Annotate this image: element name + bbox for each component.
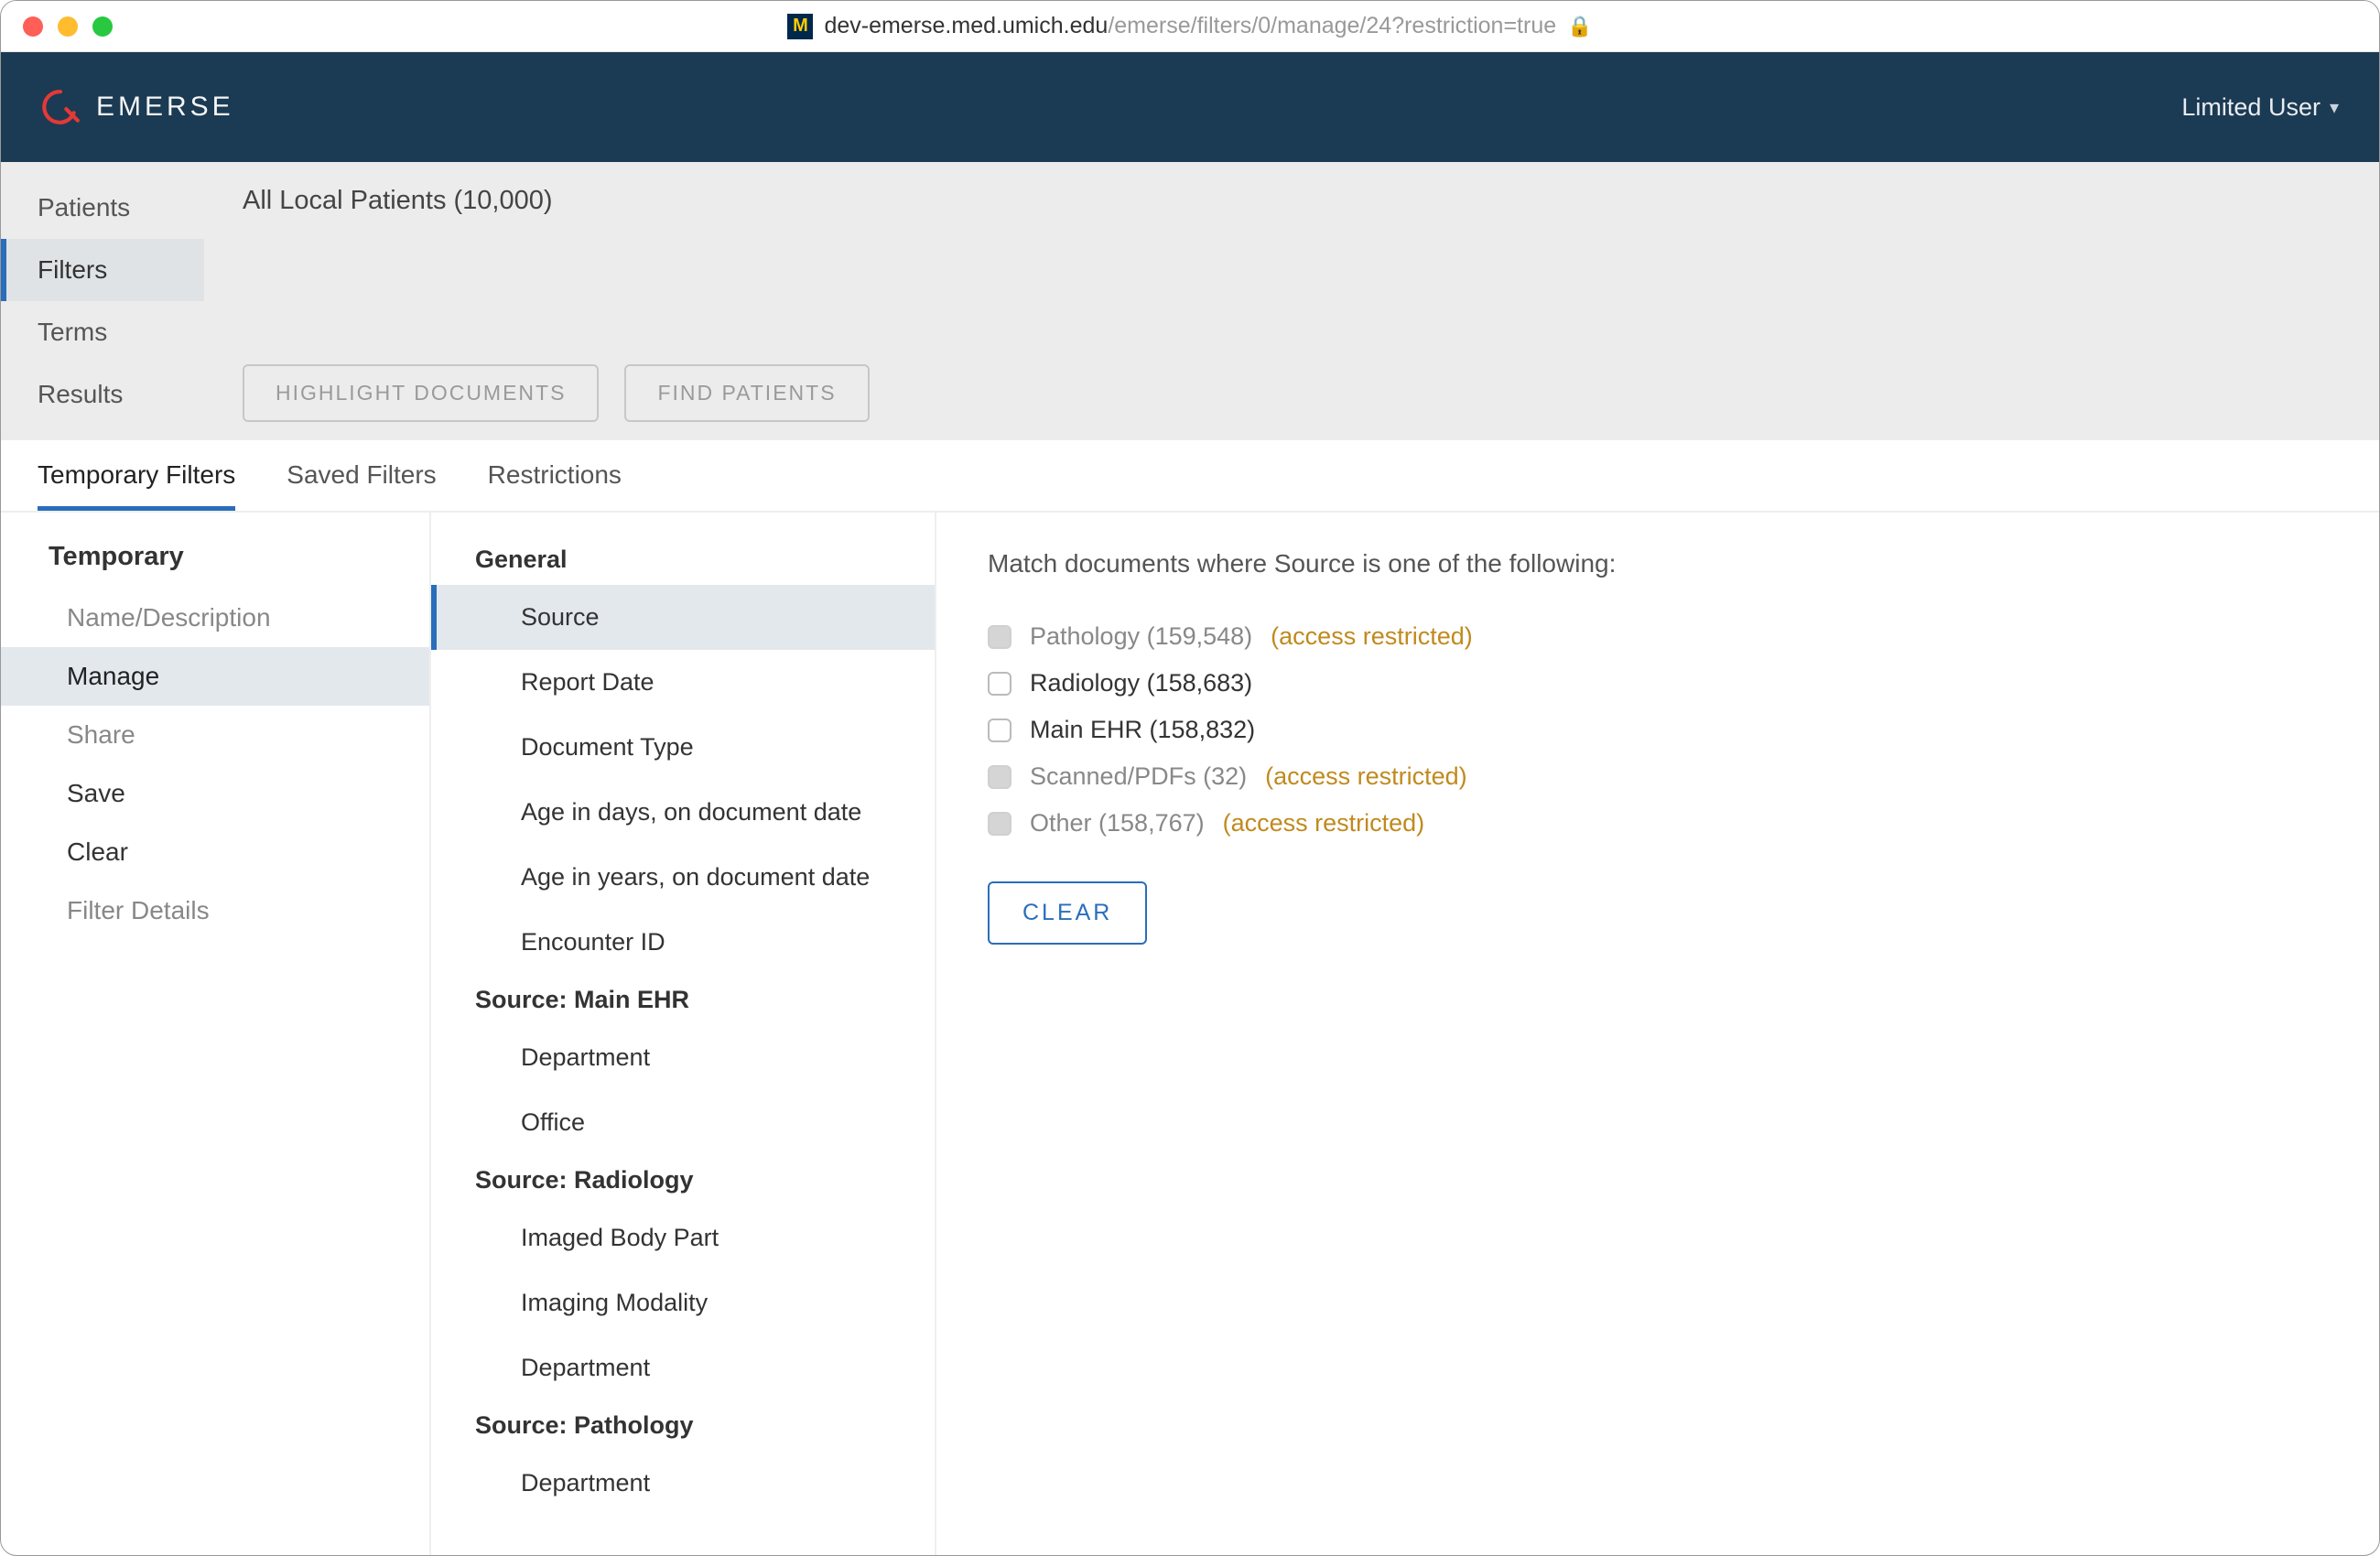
field-source[interactable]: Source (431, 585, 935, 650)
primary-nav: Patients Filters Terms Results (1, 162, 204, 440)
option-main-ehr[interactable]: Main EHR (158,832) (988, 716, 2328, 744)
field-age-years[interactable]: Age in years, on document date (431, 845, 935, 910)
group-main-ehr: Source: Main EHR (431, 975, 935, 1025)
window-controls (23, 16, 113, 37)
field-document-type[interactable]: Document Type (431, 715, 935, 780)
filter-editor: Match documents where Source is one of t… (936, 513, 2379, 1556)
url-text: dev-emerse.med.umich.edu/emerse/filters/… (824, 13, 1556, 39)
temporary-sidebar: Temporary Name/Description Manage Share … (1, 513, 431, 1556)
field-encounter-id[interactable]: Encounter ID (431, 910, 935, 975)
field-radiology-body-part[interactable]: Imaged Body Part (431, 1205, 935, 1270)
group-general: General (431, 535, 935, 585)
tab-temporary-filters[interactable]: Temporary Filters (38, 460, 235, 511)
sub-header-content: All Local Patients (10,000) HIGHLIGHT DO… (204, 162, 2379, 440)
filter-tabs: Temporary Filters Saved Filters Restrict… (1, 440, 2379, 513)
minimize-window-icon[interactable] (58, 16, 78, 37)
filter-fields-list: General Source Report Date Document Type… (431, 513, 936, 1556)
field-report-date[interactable]: Report Date (431, 650, 935, 715)
close-window-icon[interactable] (23, 16, 43, 37)
temporary-title: Temporary (1, 542, 429, 589)
find-patients-button[interactable]: FIND PATIENTS (624, 364, 869, 422)
content-columns: Temporary Name/Description Manage Share … (1, 513, 2379, 1556)
tab-restrictions[interactable]: Restrictions (488, 460, 622, 511)
option-scanned-pdfs: Scanned/PDFs (32) (access restricted) (988, 762, 2328, 791)
brand-text: EMERSE (96, 92, 234, 123)
field-mainehr-department[interactable]: Department (431, 1025, 935, 1090)
user-menu[interactable]: Limited User ▾ (2181, 93, 2339, 122)
nav-results[interactable]: Results (1, 363, 204, 426)
checkbox-radiology[interactable] (988, 672, 1012, 696)
field-pathology-department[interactable]: Department (431, 1451, 935, 1516)
group-radiology: Source: Radiology (431, 1155, 935, 1205)
browser-chrome: M dev-emerse.med.umich.edu/emerse/filter… (1, 1, 2379, 52)
url-host: dev-emerse.med.umich.edu (824, 13, 1108, 38)
checkbox-main-ehr[interactable] (988, 719, 1012, 742)
action-row: HIGHLIGHT DOCUMENTS FIND PATIENTS (243, 364, 2341, 422)
restricted-badge: (access restricted) (1271, 622, 1473, 651)
sidebar-item-manage[interactable]: Manage (1, 647, 429, 706)
field-age-days[interactable]: Age in days, on document date (431, 780, 935, 845)
sidebar-item-share[interactable]: Share (1, 706, 429, 764)
url-path: /emerse/filters/0/manage/24?restriction=… (1108, 13, 1556, 38)
group-pathology: Source: Pathology (431, 1400, 935, 1451)
sidebar-item-name-description[interactable]: Name/Description (1, 589, 429, 647)
user-label: Limited User (2181, 93, 2320, 122)
sidebar-item-clear[interactable]: Clear (1, 823, 429, 881)
highlight-documents-button[interactable]: HIGHLIGHT DOCUMENTS (243, 364, 599, 422)
option-label: Main EHR (158,832) (1030, 716, 1255, 744)
patient-summary: All Local Patients (10,000) (243, 186, 2341, 216)
app-window: M dev-emerse.med.umich.edu/emerse/filter… (0, 0, 2380, 1556)
restricted-badge: (access restricted) (1223, 809, 1425, 837)
brand-logo-icon (41, 88, 80, 126)
field-radiology-modality[interactable]: Imaging Modality (431, 1270, 935, 1335)
sub-header: Patients Filters Terms Results All Local… (1, 162, 2379, 440)
checkbox-other (988, 812, 1012, 836)
field-radiology-department[interactable]: Department (431, 1335, 935, 1400)
favicon-icon: M (787, 14, 813, 39)
field-mainehr-office[interactable]: Office (431, 1090, 935, 1155)
option-pathology: Pathology (159,548) (access restricted) (988, 622, 2328, 651)
option-radiology[interactable]: Radiology (158,683) (988, 669, 2328, 697)
restricted-badge: (access restricted) (1265, 762, 1467, 791)
brand[interactable]: EMERSE (41, 88, 234, 126)
maximize-window-icon[interactable] (92, 16, 113, 37)
nav-patients[interactable]: Patients (1, 177, 204, 239)
chevron-down-icon: ▾ (2330, 96, 2339, 119)
address-bar: M dev-emerse.med.umich.edu/emerse/filter… (1, 13, 2379, 39)
option-label: Pathology (159,548) (1030, 622, 1252, 651)
source-options: Pathology (159,548) (access restricted) … (988, 622, 2328, 837)
top-nav: EMERSE Limited User ▾ (1, 52, 2379, 162)
nav-filters[interactable]: Filters (1, 239, 204, 301)
lock-icon: 🔒 (1567, 15, 1592, 38)
sidebar-item-save[interactable]: Save (1, 764, 429, 823)
option-label: Other (158,767) (1030, 809, 1205, 837)
option-other: Other (158,767) (access restricted) (988, 809, 2328, 837)
filter-description: Match documents where Source is one of t… (988, 549, 2328, 578)
tab-saved-filters[interactable]: Saved Filters (287, 460, 436, 511)
option-label: Radiology (158,683) (1030, 669, 1252, 697)
sidebar-item-filter-details[interactable]: Filter Details (1, 881, 429, 940)
nav-terms[interactable]: Terms (1, 301, 204, 363)
clear-button[interactable]: CLEAR (988, 881, 1147, 945)
checkbox-pathology (988, 625, 1012, 649)
checkbox-scanned-pdfs (988, 765, 1012, 789)
option-label: Scanned/PDFs (32) (1030, 762, 1247, 791)
